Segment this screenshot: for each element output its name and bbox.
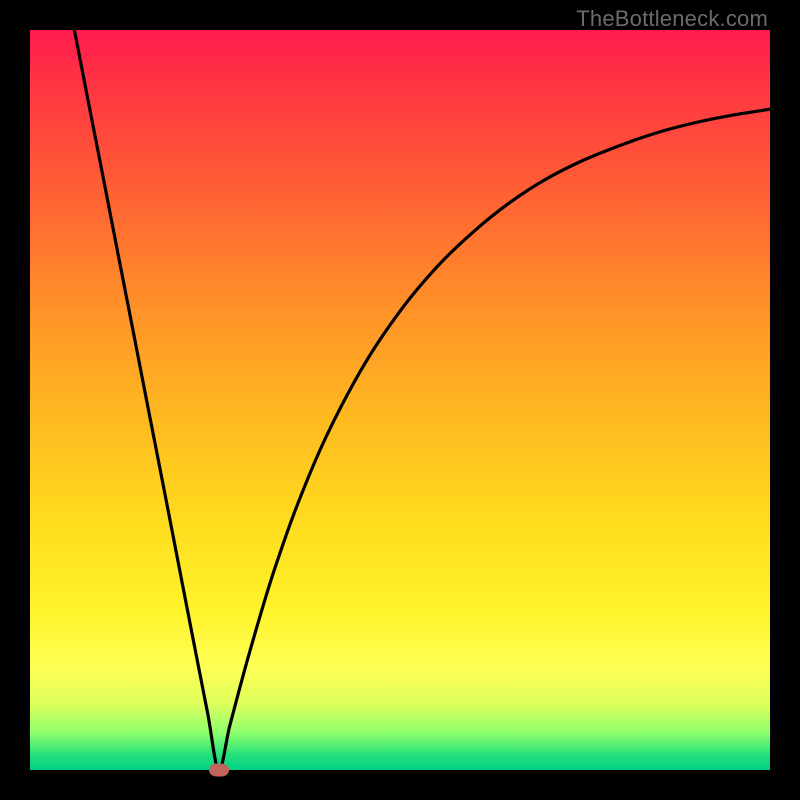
chart-frame: TheBottleneck.com	[0, 0, 800, 800]
optimal-point-marker	[209, 764, 229, 777]
bottleneck-curve	[30, 30, 770, 770]
watermark-text: TheBottleneck.com	[576, 6, 768, 32]
plot-area	[30, 30, 770, 770]
